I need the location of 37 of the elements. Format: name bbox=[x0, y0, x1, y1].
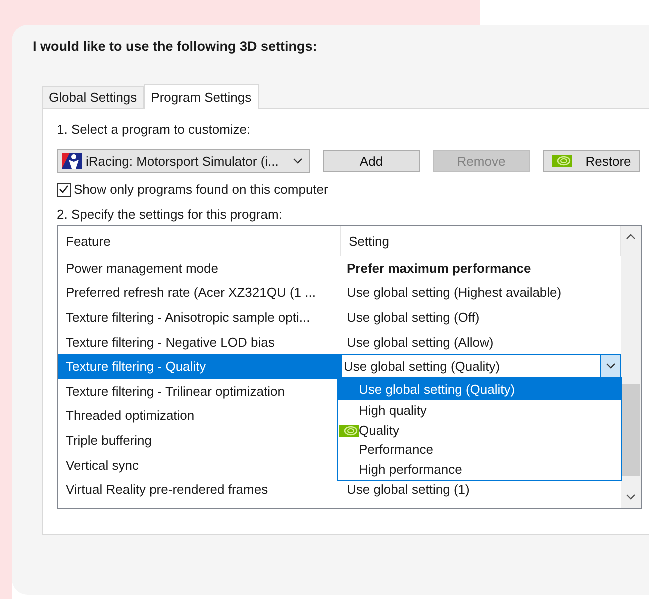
chevron-down-icon bbox=[626, 494, 636, 500]
scrollbar[interactable] bbox=[621, 226, 641, 508]
feature-cell[interactable]: Texture filtering - Trilinear optimization bbox=[58, 378, 341, 404]
eye-logo-icon bbox=[339, 424, 359, 437]
chevron-down-icon bbox=[606, 363, 616, 370]
column-header[interactable]: Feature bbox=[58, 226, 341, 256]
app-logo-icon bbox=[62, 153, 82, 169]
tab[interactable]: Program Settings bbox=[144, 84, 259, 109]
dropdown-option[interactable]: Use global setting (Quality) bbox=[338, 378, 621, 400]
setting-cell-text: Use global setting (1) bbox=[346, 481, 471, 500]
feature-cell[interactable]: Vertical sync bbox=[58, 452, 341, 478]
feature-cell[interactable]: Power management mode bbox=[58, 256, 341, 281]
setting-cell-text: Use global setting (Allow) bbox=[346, 334, 495, 352]
eye-logo-icon bbox=[552, 155, 572, 167]
action-button[interactable]: Add bbox=[323, 150, 420, 172]
setting-dropdown[interactable]: Use global setting (Quality) bbox=[341, 354, 621, 378]
feature-cell[interactable]: Texture filtering - Quality bbox=[58, 354, 341, 379]
feature-cell[interactable]: Triple buffering bbox=[58, 428, 341, 453]
feature-cell[interactable]: Preferred refresh rate (Acer XZ321QU (1 ... bbox=[58, 280, 341, 306]
feature-cell[interactable]: Texture filtering - Negative LOD bias bbox=[58, 330, 341, 354]
action-button[interactable]: Restore bbox=[543, 150, 640, 172]
setting-cell-text: Use global setting (Highest available) bbox=[346, 284, 563, 302]
setting-cell-text: Use global setting (Off) bbox=[346, 308, 481, 327]
step-label: 1. Select a program to customize: bbox=[57, 122, 252, 138]
chevron-down-icon bbox=[293, 158, 303, 164]
checkbox[interactable] bbox=[57, 182, 71, 196]
step-label: 2. Specify the settings for this program: bbox=[57, 207, 284, 223]
tab[interactable]: Global Settings bbox=[42, 86, 144, 108]
feature-cell[interactable]: Texture filtering - Anisotropic sample opti... bbox=[58, 305, 341, 330]
chevron-up-icon bbox=[626, 234, 636, 240]
program-dropdown[interactable]: iRacing: Motorsport Simulator (i... bbox=[57, 149, 310, 173]
scrollbar-thumb[interactable] bbox=[622, 384, 640, 476]
feature-cell[interactable]: Virtual Reality pre-rendered frames bbox=[58, 477, 341, 502]
feature-cell[interactable]: Threaded optimization bbox=[58, 404, 341, 428]
setting-cell-text: Prefer maximum performance bbox=[346, 260, 532, 278]
section-heading: I would like to use the following 3D settings: bbox=[33, 39, 318, 55]
checkbox-label: Show only programs found on this computer bbox=[74, 182, 328, 197]
